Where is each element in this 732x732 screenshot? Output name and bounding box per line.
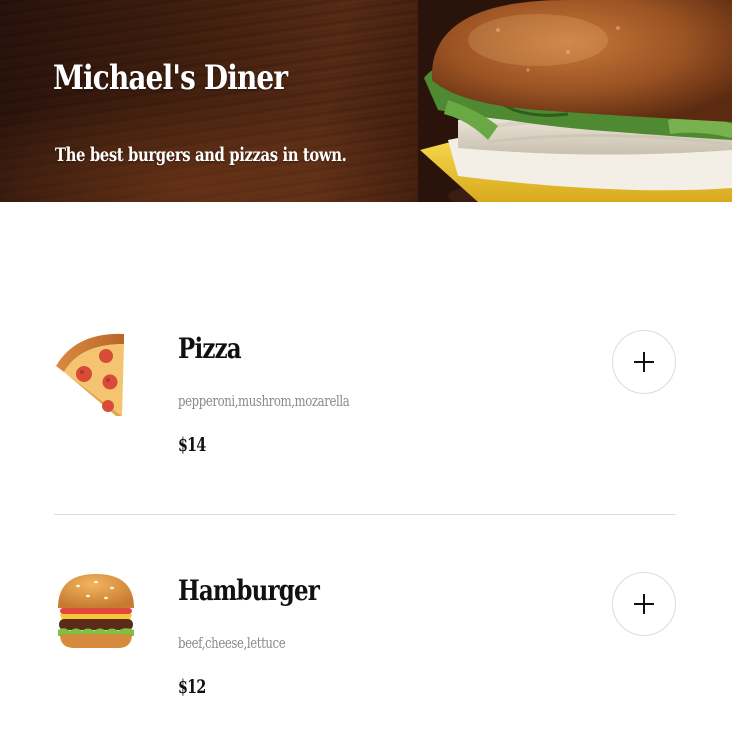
hero-banner: Michael's Diner The best burgers and piz…: [0, 0, 732, 202]
restaurant-tagline: The best burgers and pizzas in town.: [55, 144, 347, 166]
pizza-slice-icon: [56, 333, 124, 416]
burger-photo: [418, 0, 732, 202]
add-hamburger-button[interactable]: [612, 572, 676, 636]
add-pizza-button[interactable]: [612, 330, 676, 394]
plus-icon: [634, 352, 654, 372]
item-description: beef,cheese,lettuce: [178, 634, 286, 652]
plus-icon: [634, 594, 654, 614]
menu-divider: [54, 514, 676, 515]
item-name: Pizza: [178, 332, 242, 365]
item-name: Hamburger: [178, 574, 320, 607]
item-price: $12: [178, 676, 206, 698]
item-description: pepperoni,mushrom,mozarella: [178, 392, 350, 410]
restaurant-name: Michael's Diner: [53, 58, 288, 98]
menu-item-hamburger: Hamburger beef,cheese,lettuce $12: [54, 570, 676, 698]
menu-item-pizza: Pizza pepperoni,mushrom,mozarella $14: [54, 328, 676, 456]
item-price: $14: [178, 434, 206, 456]
hamburger-icon: [58, 574, 134, 648]
